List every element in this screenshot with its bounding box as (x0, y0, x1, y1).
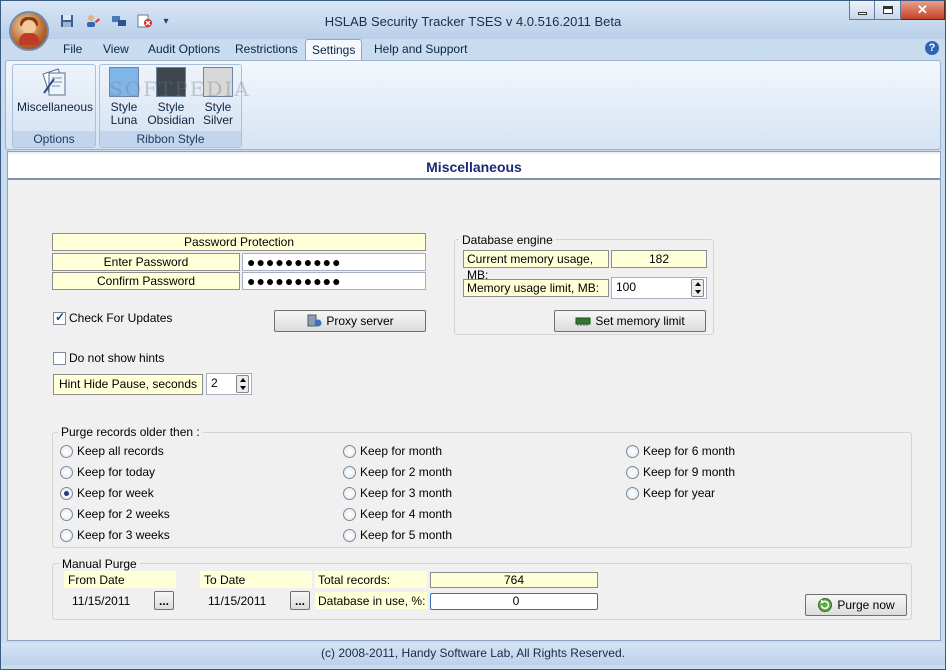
manual-purge-title: Manual Purge (59, 557, 140, 571)
set-memory-limit-button[interactable]: Set memory limit (554, 310, 706, 332)
current-memory-usage-value: 182 (611, 250, 707, 268)
do-not-show-hints-box[interactable] (53, 351, 66, 365)
miscellaneous-button[interactable]: Miscellaneous (13, 67, 97, 114)
purge-records-group (52, 432, 912, 548)
ribbon-panel: Miscellaneous Options Style Luna Style O… (5, 60, 941, 150)
radio-keep-for-week[interactable]: Keep for week (60, 486, 154, 500)
radio-keep-for-month[interactable]: Keep for month (343, 444, 442, 458)
radio-keep-for-5-month[interactable]: Keep for 5 month (343, 528, 452, 542)
help-icon[interactable]: ? (925, 41, 939, 55)
purge-now-label: Purge now (837, 598, 895, 612)
memory-usage-limit-spinner[interactable]: 100 (611, 277, 707, 299)
to-date-label: To Date (200, 571, 312, 588)
ribbon-tabs: File View Audit Options Restrictions Set… (1, 37, 945, 61)
ribbon-group-options-label: Options (13, 131, 95, 147)
miscellaneous-icon (40, 67, 70, 97)
ribbon-group-style-label: Ribbon Style (100, 131, 241, 147)
panel-title: Miscellaneous (426, 159, 522, 175)
tab-settings[interactable]: Settings (305, 39, 363, 61)
radio-keep-for-4-month[interactable]: Keep for 4 month (343, 507, 452, 521)
check-for-updates-label: Check For Updates (69, 311, 173, 325)
minimize-button[interactable] (849, 1, 875, 20)
radio-keep-for-year[interactable]: Keep for year (626, 486, 715, 500)
radio-keep-for-3-weeks[interactable]: Keep for 3 weeks (60, 528, 170, 542)
total-records-value: 764 (430, 572, 598, 588)
from-date-picker-button[interactable]: ... (154, 591, 174, 610)
radio-keep-for-3-month[interactable]: Keep for 3 month (343, 486, 452, 500)
purge-now-button[interactable]: Purge now (805, 594, 907, 616)
hint-hide-pause-spinner[interactable]: 2 (206, 373, 252, 395)
do-not-show-hints-label: Do not show hints (69, 351, 165, 365)
from-date-label: From Date (64, 571, 176, 588)
to-date-field[interactable]: 11/15/2011 (203, 591, 287, 611)
enter-password-label: Enter Password (52, 253, 240, 271)
check-for-updates-box[interactable] (53, 310, 66, 325)
tab-view[interactable]: View (97, 39, 135, 61)
tab-audit-options[interactable]: Audit Options (142, 39, 226, 61)
status-bar: (c) 2008-2011, Handy Software Lab, All R… (1, 643, 945, 665)
maximize-button[interactable] (875, 1, 901, 20)
maximize-icon (882, 6, 893, 14)
proxy-server-icon (307, 314, 322, 327)
database-in-use-progress: 0 (430, 593, 598, 610)
database-in-use-label: Database in use, %: (315, 592, 427, 609)
window-title: HSLAB Security Tracker TSES v 4.0.516.20… (324, 14, 622, 29)
check-for-updates-checkbox[interactable]: Check For Updates (53, 310, 173, 325)
enter-password-field[interactable]: ●●●●●●●●●● (242, 253, 426, 271)
from-date-field[interactable]: 11/15/2011 (67, 591, 151, 611)
ribbon-group-options: Miscellaneous Options (12, 64, 96, 148)
total-records-label: Total records: (315, 571, 427, 588)
set-memory-limit-label: Set memory limit (595, 314, 685, 328)
watermark: SOFTPEDIA (109, 77, 251, 101)
minimize-icon (857, 12, 867, 15)
proxy-server-button[interactable]: Proxy server (274, 310, 426, 332)
to-date-picker-button[interactable]: ... (290, 591, 310, 610)
hint-spinner-arrows-icon[interactable] (236, 375, 249, 393)
settings-panel: Miscellaneous Password Protection Enter … (7, 151, 941, 641)
memory-chip-icon (575, 317, 591, 326)
radio-keep-for-9-month[interactable]: Keep for 9 month (626, 465, 735, 479)
radio-keep-for-today[interactable]: Keep for today (60, 465, 155, 479)
style-luna-label-2: Luna (110, 113, 138, 127)
purge-records-title: Purge records older then : (58, 425, 203, 439)
radio-keep-for-6-month[interactable]: Keep for 6 month (626, 444, 735, 458)
app-menu-button[interactable] (9, 11, 49, 51)
miscellaneous-label: Miscellaneous (16, 100, 94, 114)
purge-icon (818, 598, 833, 612)
title-bar: ▾ HSLAB Security Tracker TSES v 4.0.516.… (1, 1, 945, 39)
tab-restrictions[interactable]: Restrictions (229, 39, 304, 61)
radio-keep-for-2-weeks[interactable]: Keep for 2 weeks (60, 507, 170, 521)
radio-keep-all-records[interactable]: Keep all records (60, 444, 164, 458)
close-icon: ✕ (917, 2, 928, 17)
style-silver-label-2: Silver (202, 113, 233, 127)
radio-keep-for-2-month[interactable]: Keep for 2 month (343, 465, 452, 479)
hint-hide-pause-label: Hint Hide Pause, seconds (53, 374, 203, 395)
tab-file[interactable]: File (57, 39, 88, 61)
window-controls: ✕ (849, 1, 945, 20)
confirm-password-field[interactable]: ●●●●●●●●●● (242, 272, 426, 290)
memory-usage-limit-label: Memory usage limit, MB: (463, 279, 609, 297)
style-obsidian-label-2: Obsidian (147, 113, 195, 127)
spinner-arrows-icon[interactable] (691, 279, 704, 297)
hint-hide-pause-value[interactable]: 2 (211, 376, 218, 390)
memory-usage-limit-value[interactable]: 100 (616, 280, 636, 294)
copyright-text: (c) 2008-2011, Handy Software Lab, All R… (321, 646, 625, 660)
proxy-server-label: Proxy server (326, 314, 394, 328)
tab-help-and-support[interactable]: Help and Support (368, 39, 473, 61)
confirm-password-label: Confirm Password (52, 272, 240, 290)
database-engine-title: Database engine (459, 233, 556, 247)
app-window: ▾ HSLAB Security Tracker TSES v 4.0.516.… (0, 0, 946, 670)
close-button[interactable]: ✕ (901, 1, 945, 20)
current-memory-usage-label: Current memory usage, MB: (463, 250, 609, 282)
do-not-show-hints-checkbox[interactable]: Do not show hints (53, 351, 164, 365)
panel-header: Miscellaneous (8, 154, 940, 180)
password-protection-header: Password Protection (52, 233, 426, 251)
